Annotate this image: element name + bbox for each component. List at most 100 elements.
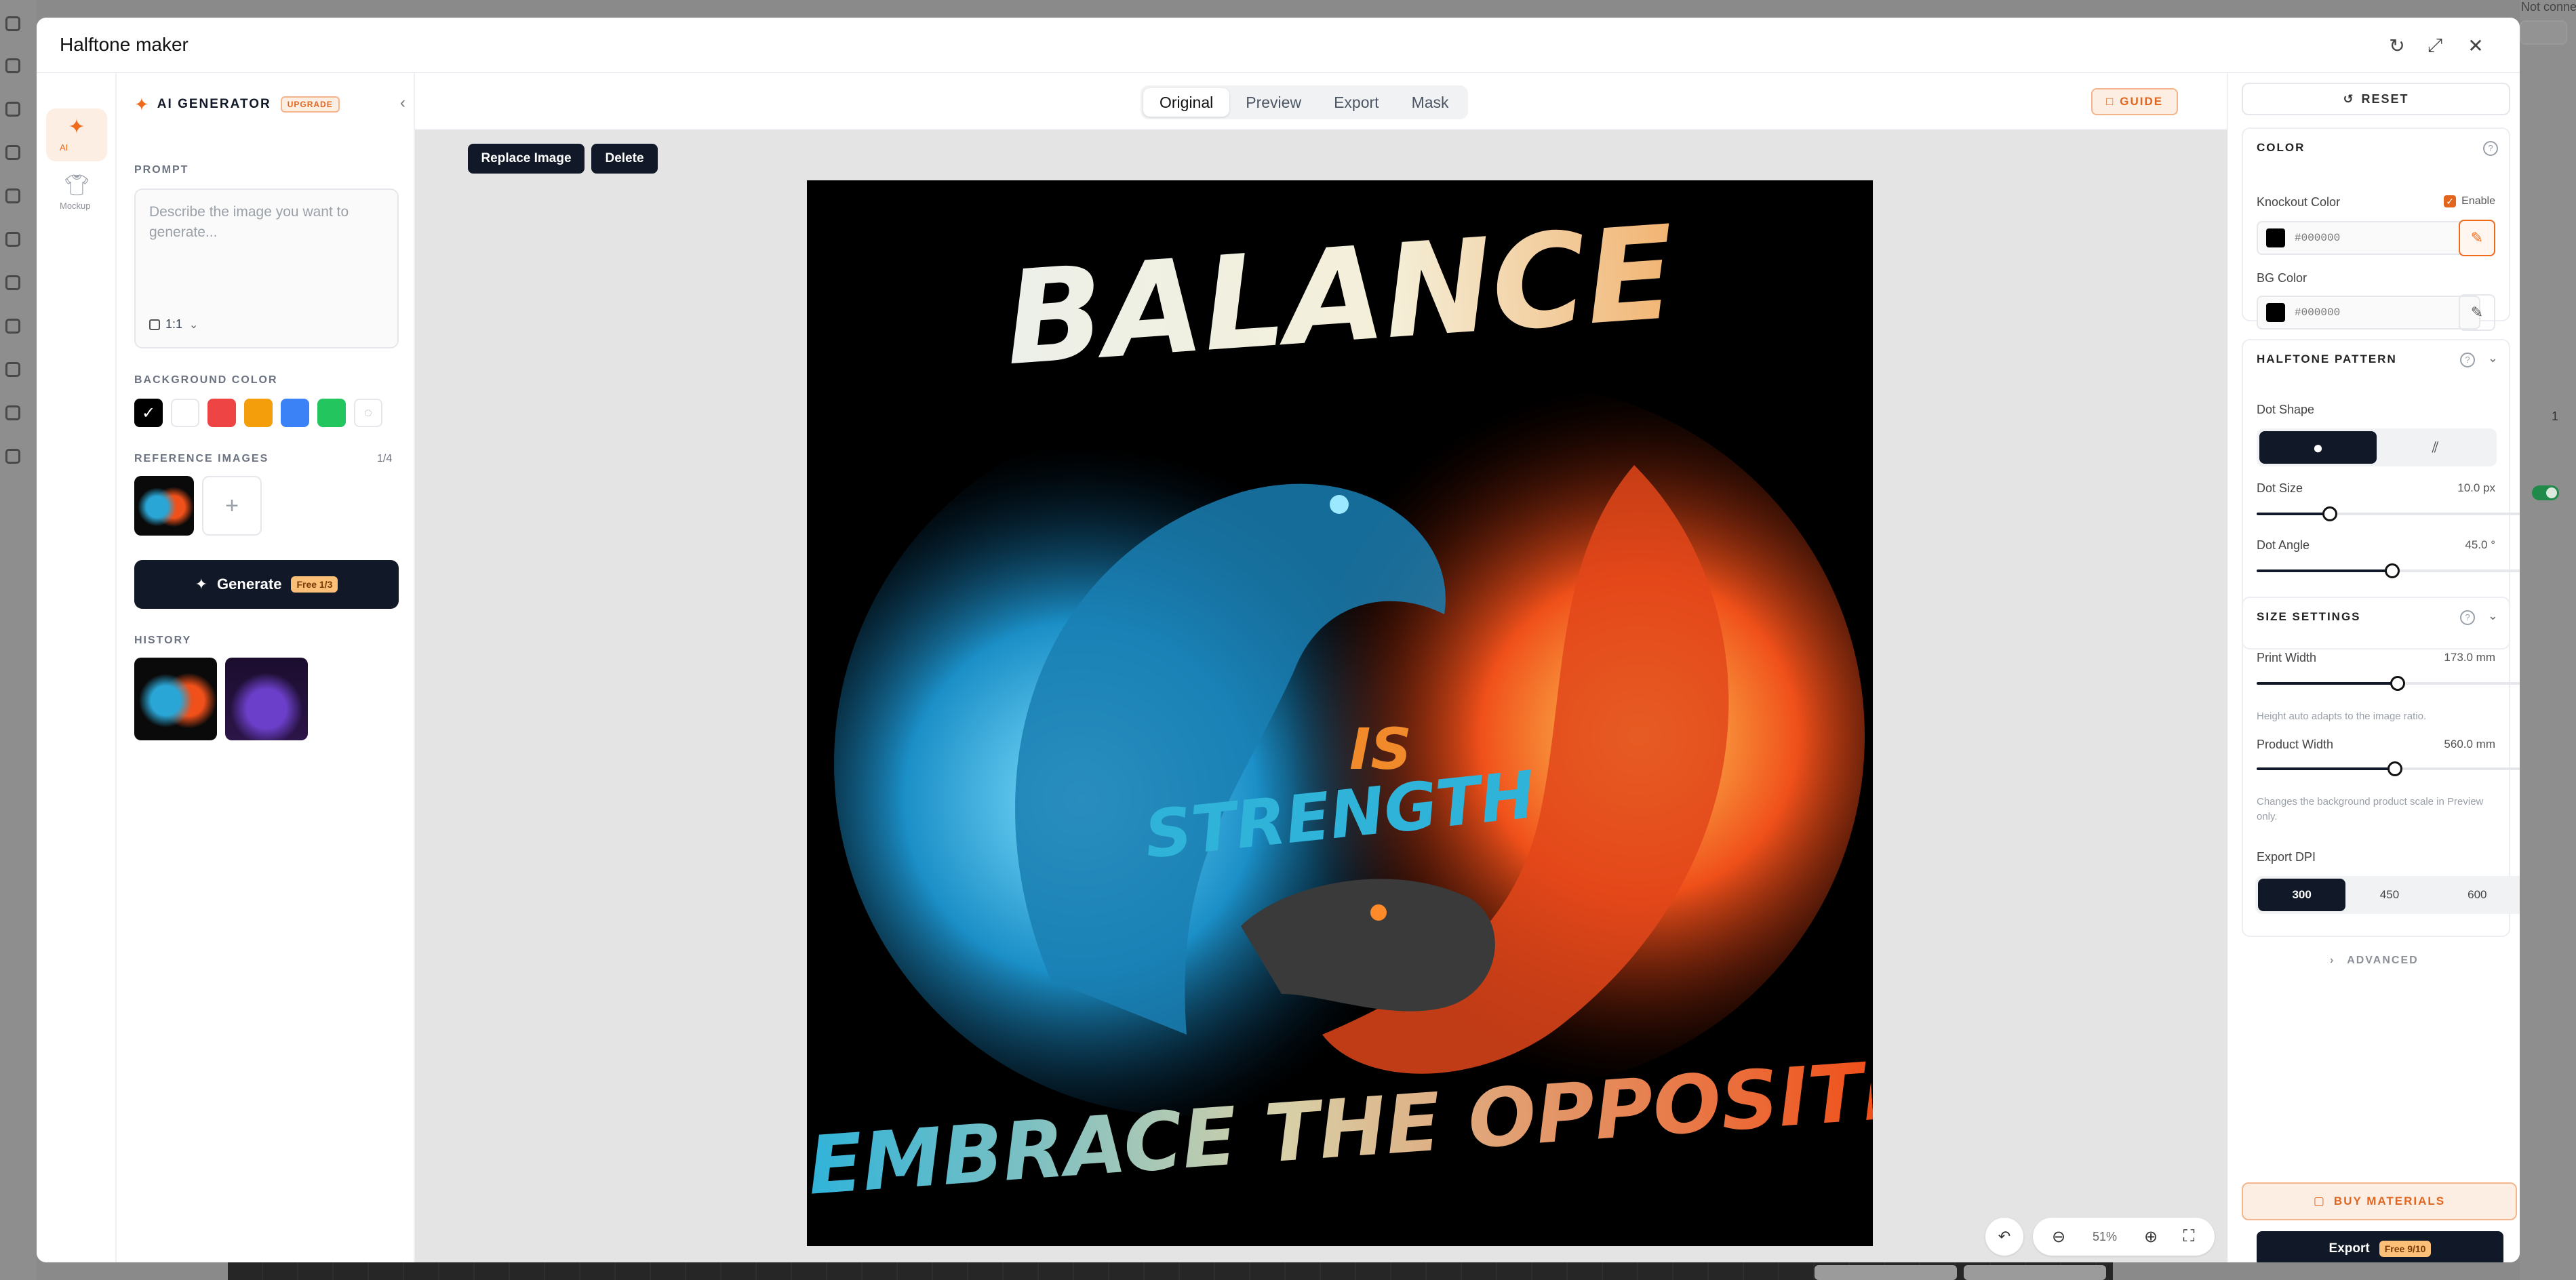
help-icon[interactable]: ? xyxy=(2460,353,2475,367)
knockout-color-label: Knockout Color xyxy=(2257,195,2341,209)
aspect-ratio-value: 1:1 xyxy=(165,317,183,331)
swatch-black[interactable]: ✓ xyxy=(134,399,163,427)
tab-original[interactable]: Original xyxy=(1143,88,1230,117)
eyedropper-icon[interactable]: ✎ xyxy=(2459,294,2495,331)
palette-icon[interactable]: ◌ xyxy=(354,399,382,427)
tab-export[interactable]: Export xyxy=(1317,88,1395,117)
enable-knockout-checkbox[interactable]: ✓ Enable xyxy=(2444,195,2495,207)
slider-fill xyxy=(2257,513,2330,515)
delete-button[interactable]: Delete xyxy=(591,144,658,174)
dot-size-value: 10.0 px xyxy=(2457,481,2495,494)
chevron-right-icon: › xyxy=(2330,955,2335,966)
export-button[interactable]: Export Free 9/10 xyxy=(2257,1231,2503,1262)
background-icon xyxy=(5,319,20,334)
slider-thumb[interactable] xyxy=(2322,506,2337,521)
product-width-slider[interactable] xyxy=(2257,761,2520,777)
slider-thumb[interactable] xyxy=(2387,761,2402,776)
undo-icon[interactable]: ↶ xyxy=(1985,1218,2023,1256)
circle-icon: ● xyxy=(2312,437,2324,458)
tab-preview[interactable]: Preview xyxy=(1229,88,1317,117)
modal-title: Halftone maker xyxy=(60,34,189,55)
dpi-option-450[interactable]: 450 xyxy=(2345,879,2433,911)
advanced-label: ADVANCED xyxy=(2347,955,2419,966)
slider-thumb[interactable] xyxy=(2390,676,2405,691)
zoom-in-icon[interactable]: ⊕ xyxy=(2132,1227,2170,1247)
background-filmstrip xyxy=(228,1262,2113,1280)
swatch-white[interactable] xyxy=(171,399,199,427)
dragon-thumbnail-art xyxy=(134,658,217,740)
product-width-label: Product Width xyxy=(2257,738,2334,751)
history-item[interactable] xyxy=(134,658,217,740)
buy-materials-button[interactable]: ▢ BUY MATERIALS xyxy=(2242,1182,2517,1220)
replace-image-button[interactable]: Replace Image xyxy=(468,144,584,174)
modal-titlebar: Halftone maker ↻ ⤢ ✕ xyxy=(37,18,2520,73)
background-toggle xyxy=(2532,485,2559,500)
add-reference-image-button[interactable]: + xyxy=(202,476,262,536)
guide-button[interactable]: □ GUIDE xyxy=(2091,88,2178,115)
help-icon[interactable]: ? xyxy=(2460,610,2475,625)
plus-icon: + xyxy=(225,492,239,519)
background-icon xyxy=(5,449,20,464)
tab-mask[interactable]: Mask xyxy=(1395,88,1465,117)
artwork-image: BALANCE IS STRENGTH EMBRACE THE OPPOSITE… xyxy=(807,180,1873,1246)
history-item[interactable] xyxy=(225,658,308,740)
history-label: HISTORY xyxy=(134,635,192,646)
sparkle-icon: ✦ xyxy=(134,94,149,115)
close-icon[interactable]: ✕ xyxy=(2461,31,2490,60)
reset-button[interactable]: ↺ RESET xyxy=(2242,83,2510,115)
aspect-ratio-select[interactable]: 1:1 ⌄ xyxy=(149,317,198,332)
square-icon xyxy=(149,319,160,330)
swatch-blue[interactable] xyxy=(281,399,309,427)
generate-button[interactable]: ✦ Generate Free 1/3 xyxy=(134,560,399,609)
color-chip[interactable] xyxy=(2266,303,2285,322)
background-app-panel: Not connected 1 xyxy=(2520,0,2576,1280)
knockout-color-input[interactable] xyxy=(2295,232,2430,244)
panel-title: AI GENERATOR xyxy=(157,97,271,111)
reference-images-label: REFERENCE IMAGES xyxy=(134,453,269,464)
bg-color-field xyxy=(2257,296,2480,329)
dot-shape-lines[interactable]: ⫽ xyxy=(2377,431,2494,464)
help-icon[interactable]: ? xyxy=(2483,141,2498,156)
upgrade-badge[interactable]: UPGRADE xyxy=(280,96,340,113)
slider-fill xyxy=(2257,569,2392,572)
swatch-red[interactable] xyxy=(207,399,236,427)
dpi-option-300[interactable]: 300 xyxy=(2258,879,2346,911)
view-tabs: Original Preview Export Mask xyxy=(1141,85,1468,119)
collapse-panel-icon[interactable]: ‹ xyxy=(400,94,405,113)
eyedropper-icon[interactable]: ✎ xyxy=(2459,220,2495,256)
zoom-controls: ↶ ⊖ 51% ⊕ ⛶ xyxy=(1985,1218,2215,1256)
slider-fill xyxy=(2257,682,2398,685)
buy-materials-label: BUY MATERIALS xyxy=(2333,1195,2446,1207)
background-pill xyxy=(1964,1265,2106,1280)
print-width-value: 173.0 mm xyxy=(2444,651,2495,664)
print-width-slider[interactable] xyxy=(2257,675,2520,692)
sparkle-icon: ✦ xyxy=(68,116,85,138)
prompt-input[interactable] xyxy=(149,202,387,304)
swatch-green[interactable] xyxy=(317,399,346,427)
zoom-out-icon[interactable]: ⊖ xyxy=(2040,1227,2078,1247)
dpi-option-600[interactable]: 600 xyxy=(2434,879,2520,911)
reference-image-thumbnail[interactable] xyxy=(134,476,194,536)
book-icon: □ xyxy=(2105,95,2115,108)
advanced-toggle[interactable]: › ADVANCED xyxy=(2330,955,2419,967)
dot-angle-label: Dot Angle xyxy=(2257,538,2310,552)
print-width-label: Print Width xyxy=(2257,651,2317,664)
ai-generator-panel: ✦ AI GENERATOR UPGRADE ‹ PROMPT 1:1 ⌄ BA… xyxy=(117,73,415,1262)
color-chip[interactable] xyxy=(2266,228,2285,247)
slider-thumb[interactable] xyxy=(2385,563,2400,578)
dot-shape-circle[interactable]: ● xyxy=(2259,431,2377,464)
chevron-down-icon[interactable]: ⌄ xyxy=(2488,351,2498,365)
fit-screen-icon[interactable]: ⛶ xyxy=(2170,1227,2208,1246)
chevron-down-icon[interactable]: ⌄ xyxy=(2488,609,2498,623)
dot-angle-slider[interactable] xyxy=(2257,563,2520,579)
guide-label: GUIDE xyxy=(2120,95,2164,108)
expand-icon[interactable]: ⤢ xyxy=(2421,31,2449,60)
rail-item-mockup[interactable]: 👕︎ Mockup xyxy=(46,167,107,220)
dot-shape-label: Dot Shape xyxy=(2257,403,2315,416)
bg-color-input[interactable] xyxy=(2295,306,2430,319)
rail-item-label: Mockup xyxy=(60,201,91,211)
refresh-icon[interactable]: ↻ xyxy=(2383,31,2411,60)
swatch-orange[interactable] xyxy=(244,399,273,427)
dot-size-slider[interactable] xyxy=(2257,506,2520,522)
rail-item-ai[interactable]: ✦ AI xyxy=(46,108,107,161)
